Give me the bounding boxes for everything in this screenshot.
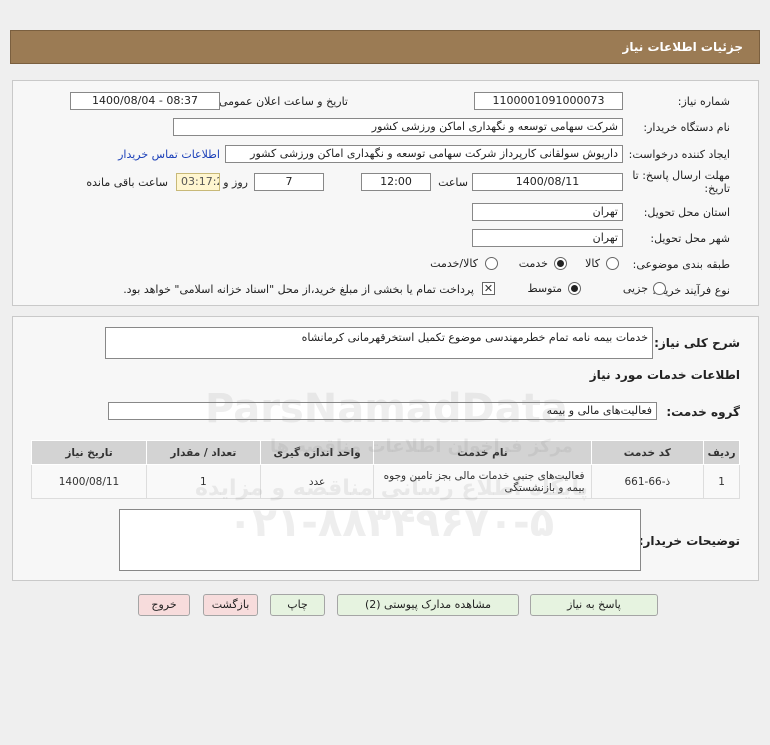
service-group-field: فعالیت‌های مالی و بیمه — [108, 402, 657, 420]
cell-quantity: 1 — [145, 464, 261, 499]
exit-button[interactable]: خروج — [138, 594, 190, 616]
cell-service-name: فعالیت‌های جنبی خدمات مالی بجز تامین وجو… — [373, 464, 592, 499]
process-radio-medium[interactable] — [568, 282, 581, 295]
category-radio-goods[interactable] — [606, 257, 619, 270]
deadline-label-1: مهلت ارسال پاسخ: تا — [632, 169, 730, 182]
cell-row-number: 1 — [703, 464, 740, 499]
service-group-label: گروه خدمت: — [666, 405, 740, 419]
buyer-notes-label: توضیحات خریدار: — [638, 534, 740, 548]
city-field: تهران — [472, 229, 623, 247]
view-attachments-button[interactable]: مشاهده مدارک پیوستی (2) — [337, 594, 519, 616]
province-label: استان محل تحویل: — [643, 206, 730, 219]
category-option-service: خدمت — [518, 257, 548, 270]
buyer-org-label: نام دستگاه خریدار: — [643, 121, 730, 134]
buyer-contact-link[interactable]: اطلاعات تماس خریدار — [118, 148, 220, 161]
buyer-org-field: شرکت سهامی توسعه و نگهداری اماکن ورزشی ک… — [173, 118, 623, 136]
treasury-checkbox[interactable]: ✕ — [482, 282, 495, 295]
process-option-medium: متوسط — [527, 282, 562, 295]
deadline-time-label: ساعت — [438, 176, 468, 189]
deadline-time-field: 12:00 — [361, 173, 431, 191]
category-radio-service[interactable] — [554, 257, 567, 270]
creator-field: داریوش سولقانی کارپرداز شرکت سهامی توسعه… — [225, 145, 623, 163]
col-header-row-number: ردیف — [703, 440, 740, 465]
creator-label: ایجاد کننده درخواست: — [628, 148, 730, 161]
request-info-panel: شماره نیاز: 1100001091000073 تاریخ و ساع… — [12, 80, 759, 306]
days-label: روز و — [223, 176, 248, 189]
col-header-need-date: تاریخ نیاز — [31, 440, 147, 465]
category-option-goods-service: کالا/خدمت — [430, 257, 478, 270]
print-button[interactable]: چاپ — [270, 594, 325, 616]
table-header-row: ردیف کد خدمت نام خدمت واحد اندازه گیری ت… — [31, 440, 740, 465]
remaining-time-field: 03:17:25 — [176, 173, 220, 191]
need-details-panel: شرح کلی نیاز: خدمات بیمه نامه تمام خطرمه… — [12, 316, 759, 581]
buyer-notes-field — [119, 509, 641, 571]
services-table: ردیف کد خدمت نام خدمت واحد اندازه گیری ت… — [31, 440, 740, 499]
services-section-title: اطلاعات خدمات مورد نیاز — [589, 368, 740, 382]
col-header-unit: واحد اندازه گیری — [259, 440, 375, 465]
cell-unit: عدد — [259, 464, 375, 499]
deadline-label-2: تاریخ: — [704, 182, 730, 195]
description-field: خدمات بیمه نامه تمام خطرمهندسی موضوع تکم… — [105, 327, 653, 359]
city-label: شهر محل تحویل: — [650, 232, 730, 245]
announce-datetime-field: 1400/08/04 - 08:37 — [70, 92, 220, 110]
need-number-label: شماره نیاز: — [677, 95, 730, 108]
reply-button[interactable]: پاسخ به نیاز — [530, 594, 658, 616]
province-field: تهران — [472, 203, 623, 221]
deadline-date-field: 1400/08/11 — [472, 173, 623, 191]
cell-service-code: ذ-66-661 — [590, 464, 705, 499]
category-option-goods: کالا — [585, 257, 600, 270]
category-radio-goods-service[interactable] — [485, 257, 498, 270]
announce-datetime-label: تاریخ و ساعت اعلان عمومی: — [215, 95, 348, 108]
cell-need-date: 1400/08/11 — [31, 464, 147, 499]
days-field: 7 — [254, 173, 324, 191]
category-label: طبقه بندی موضوعی: — [632, 258, 730, 271]
table-row: 1 ذ-66-661 فعالیت‌های جنبی خدمات مالی بج… — [31, 464, 740, 499]
col-header-service-code: کد خدمت — [590, 440, 705, 465]
process-option-minor: جزیی — [622, 282, 648, 295]
process-radio-minor[interactable] — [653, 282, 666, 295]
remaining-time-label: ساعت باقی مانده — [86, 176, 168, 189]
payment-note: پرداخت تمام یا بخشی از مبلغ خرید،از محل … — [123, 283, 474, 296]
page-title: جزئیات اطلاعات نیاز — [622, 40, 743, 54]
col-header-service-name: نام خدمت — [373, 440, 592, 465]
back-button[interactable]: بازگشت — [203, 594, 258, 616]
col-header-quantity: تعداد / مقدار — [145, 440, 261, 465]
page-header: جزئیات اطلاعات نیاز — [10, 30, 760, 64]
description-label: شرح کلی نیاز: — [654, 336, 740, 350]
need-number-field: 1100001091000073 — [474, 92, 623, 110]
